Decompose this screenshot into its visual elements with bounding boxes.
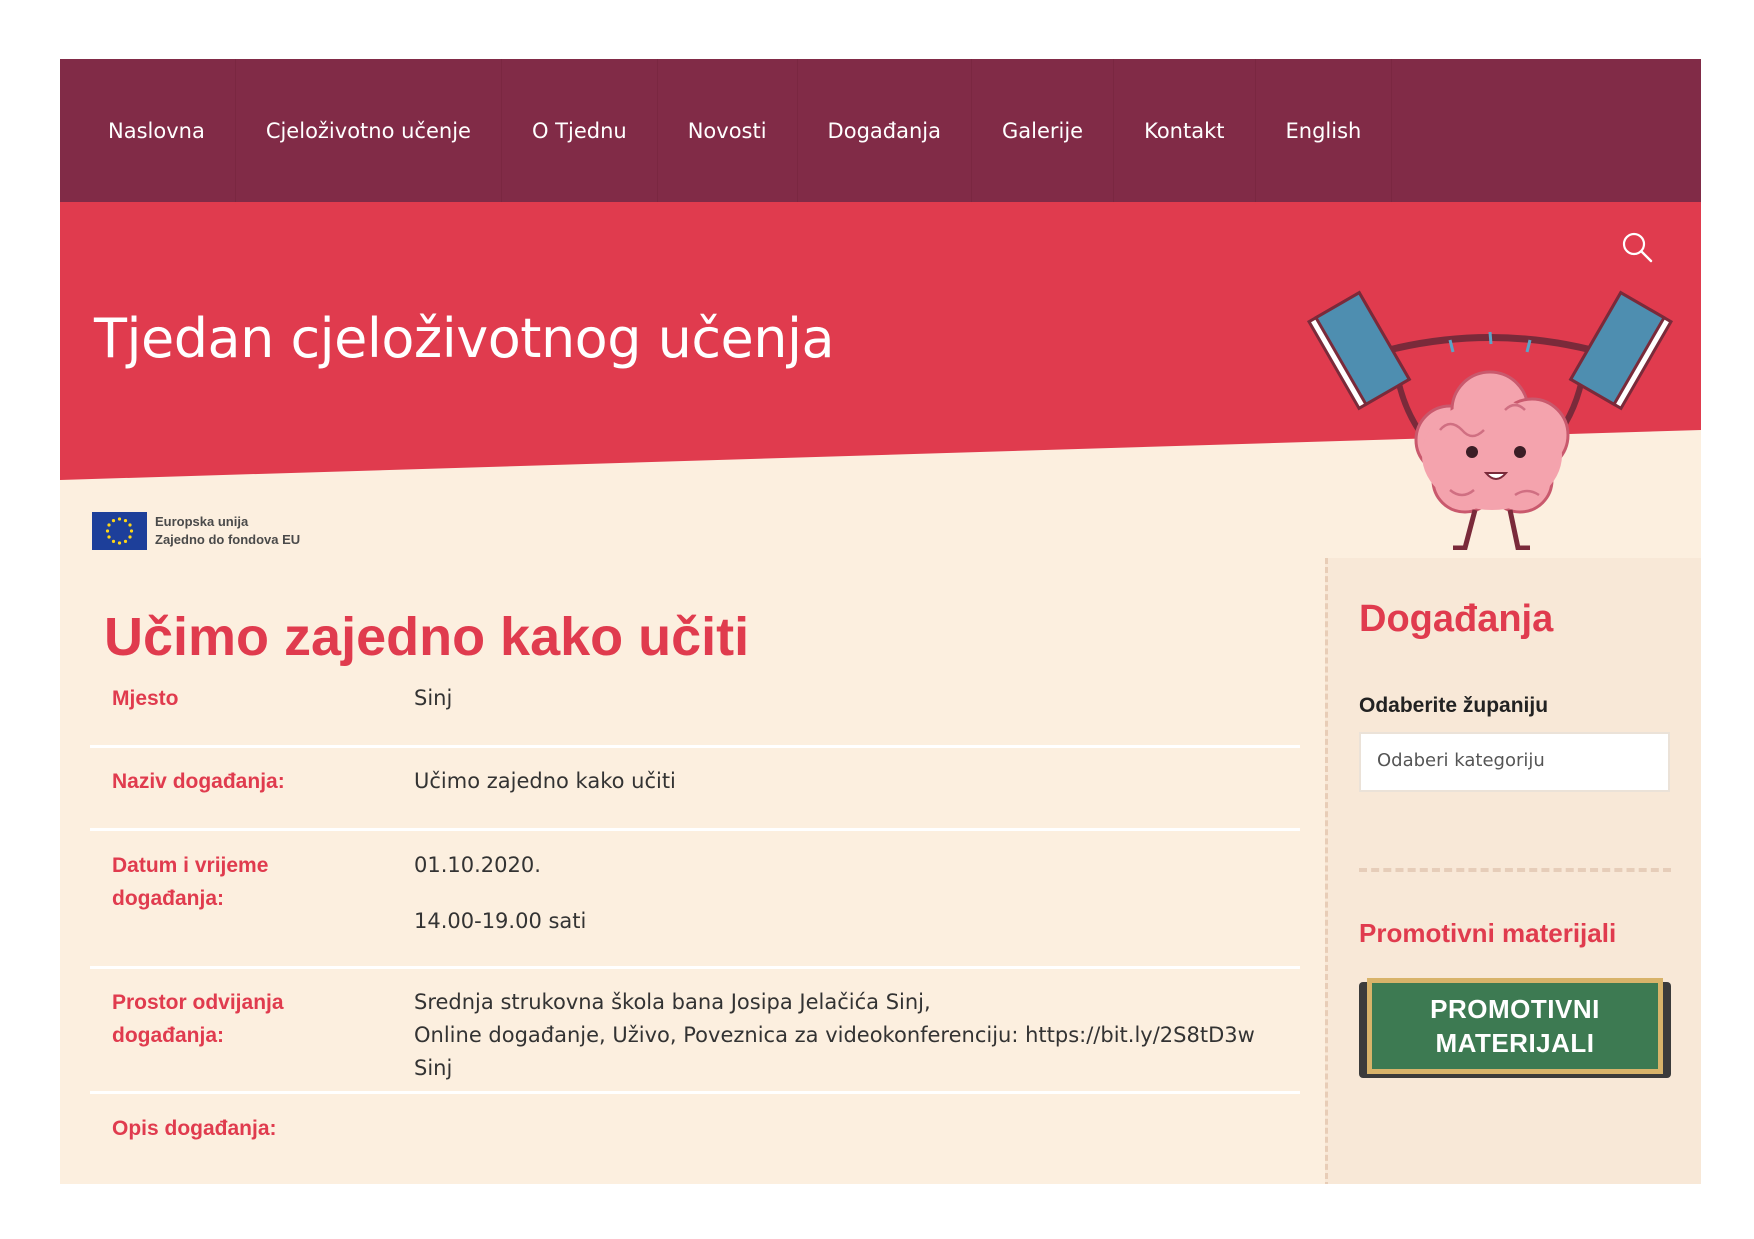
sidebar: Događanja Odaberite županiju Odaberi kat… <box>1325 558 1701 1184</box>
nav-item-novosti[interactable]: Novosti <box>658 59 798 202</box>
row-value: Sinj <box>414 686 453 710</box>
row-label: Datum i vrijeme događanja: <box>112 854 269 910</box>
main-nav: Naslovna Cjeloživotno učenje O Tjednu No… <box>60 59 1701 202</box>
row-value: Učimo zajedno kako učiti <box>414 769 676 793</box>
page-frame: Naslovna Cjeloživotno učenje O Tjednu No… <box>60 59 1701 1184</box>
row-label: Opis događanja: <box>112 1117 277 1140</box>
hero-banner: Tjedan cjeloživotnog učenja Europska uni… <box>60 202 1701 582</box>
promo-line2: MATERIJALI <box>1435 1028 1595 1058</box>
row-label: Mjesto <box>112 687 179 710</box>
venue-line1: Srednja strukovna škola bana Josipa Jela… <box>414 990 931 1014</box>
row-label: Naziv događanja: <box>112 770 285 793</box>
eu-text-line2: Zajedno do fondova EU <box>155 532 301 547</box>
event-details-table: Mjesto Sinj Naziv događanja: Učimo zajed… <box>90 665 1300 1154</box>
brain-mascot-icon <box>1306 290 1674 550</box>
county-select-label: Odaberite županiju <box>1359 694 1549 717</box>
nav-item-kontakt[interactable]: Kontakt <box>1114 59 1256 202</box>
eu-flag-icon <box>92 512 147 550</box>
nav-item-galerije[interactable]: Galerije <box>972 59 1115 202</box>
nav-item-english[interactable]: English <box>1256 59 1393 202</box>
promo-heading: Promotivni materijali <box>1359 918 1617 948</box>
site-title[interactable]: Tjedan cjeloživotnog učenja <box>94 307 835 370</box>
table-row: Opis događanja: <box>90 1094 1300 1154</box>
nav-item-naslovna[interactable]: Naslovna <box>78 59 236 202</box>
row-label: Prostor odvijanja događanja: <box>112 991 284 1047</box>
promo-materials-button[interactable]: PROMOTIVNI MATERIJALI <box>1359 978 1671 1084</box>
event-time: 14.00-19.00 sati <box>414 909 587 933</box>
sidebar-heading: Događanja <box>1359 598 1554 640</box>
venue-line2[interactable]: Online događanje, Uživo, Poveznica za vi… <box>414 1019 1274 1052</box>
table-row: Datum i vrijeme događanja: 01.10.2020. 1… <box>90 831 1300 969</box>
eu-logo: Europska unija Zajedno do fondova EU <box>92 512 300 550</box>
row-value: 01.10.2020. 14.00-19.00 sati <box>414 849 1274 938</box>
event-date: 01.10.2020. <box>414 853 541 877</box>
county-select[interactable]: Odaberi kategoriju <box>1359 732 1670 792</box>
promo-line1: PROMOTIVNI <box>1430 994 1600 1024</box>
promo-board-text: PROMOTIVNI MATERIJALI <box>1359 992 1671 1060</box>
row-value: Srednja strukovna škola bana Josipa Jela… <box>414 986 1274 1085</box>
table-row: Prostor odvijanja događanja: Srednja str… <box>90 969 1300 1094</box>
event-title: Učimo zajedno kako učiti <box>104 607 750 667</box>
table-row: Naziv događanja: Učimo zajedno kako učit… <box>90 748 1300 831</box>
nav-item-o-tjednu[interactable]: O Tjednu <box>502 59 658 202</box>
sidebar-divider <box>1359 868 1671 872</box>
eu-text-line1: Europska unija <box>155 514 249 529</box>
table-row: Mjesto Sinj <box>90 665 1300 748</box>
nav-item-dogadanja[interactable]: Događanja <box>798 59 972 202</box>
venue-line3: Sinj <box>414 1056 453 1080</box>
nav-item-cjelozivotno-ucenje[interactable]: Cjeloživotno učenje <box>236 59 502 202</box>
